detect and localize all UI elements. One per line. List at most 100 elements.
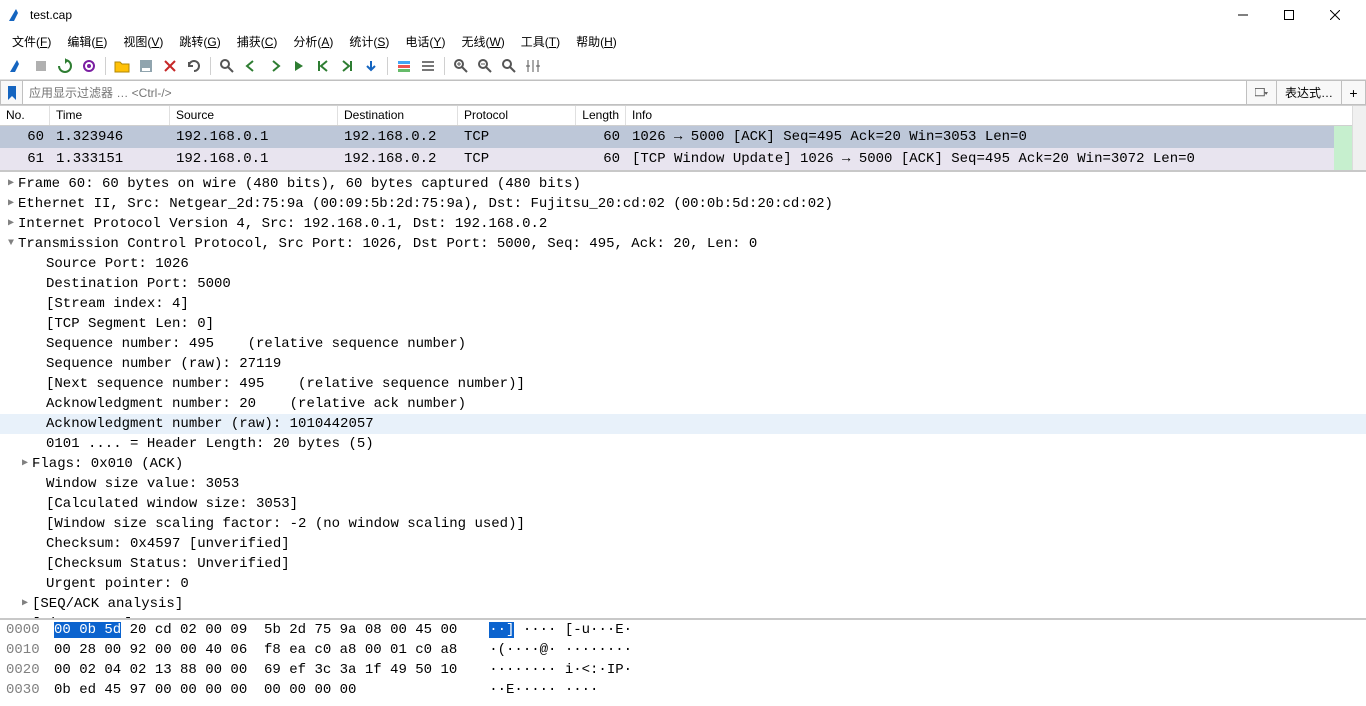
detail-row[interactable]: [TCP Segment Len: 0] (0, 314, 1366, 334)
byte-line[interactable]: 000000 0b 5d 20 cd 02 00 09 5b 2d 75 9a … (0, 620, 1366, 640)
detail-row[interactable]: ▶Ethernet II, Src: Netgear_2d:75:9a (00:… (0, 194, 1366, 214)
detail-text: [Stream index: 4] (46, 294, 189, 314)
detail-row[interactable]: Destination Port: 5000 (0, 274, 1366, 294)
detail-row[interactable]: Window size value: 3053 (0, 474, 1366, 494)
go-first-icon[interactable] (312, 55, 334, 77)
detail-text: [Window size scaling factor: -2 (no wind… (46, 514, 525, 534)
detail-row[interactable]: Acknowledgment number: 20 (relative ack … (0, 394, 1366, 414)
column-header-source[interactable]: Source (170, 106, 338, 125)
packet-row[interactable]: 601.323946192.168.0.1192.168.0.2TCP60102… (0, 126, 1366, 148)
column-header-destination[interactable]: Destination (338, 106, 458, 125)
detail-row[interactable]: ▶Frame 60: 60 bytes on wire (480 bits), … (0, 174, 1366, 194)
detail-row[interactable]: [Calculated window size: 3053] (0, 494, 1366, 514)
expression-button[interactable]: 表达式… (1277, 80, 1342, 105)
detail-row[interactable]: [Checksum Status: Unverified] (0, 554, 1366, 574)
detail-row[interactable]: ▶[SEQ/ACK analysis] (0, 594, 1366, 614)
collapse-icon[interactable]: ▼ (4, 234, 18, 254)
menu-item[interactable]: 统计(S) (341, 31, 397, 52)
detail-text: [Calculated window size: 3053] (46, 494, 298, 514)
menu-item[interactable]: 捕获(C) (229, 31, 286, 52)
stop-capture-icon[interactable] (30, 55, 52, 77)
close-button[interactable] (1312, 0, 1358, 30)
column-header-time[interactable]: Time (50, 106, 170, 125)
toolbar-separator (444, 57, 445, 75)
find-packet-icon[interactable] (216, 55, 238, 77)
menu-item[interactable]: 电话(Y) (397, 31, 453, 52)
colorize-icon[interactable] (393, 55, 415, 77)
zoom-reset-icon[interactable] (498, 55, 520, 77)
reload-icon[interactable] (183, 55, 205, 77)
detail-row[interactable]: ▼Transmission Control Protocol, Src Port… (0, 234, 1366, 254)
column-header-no[interactable]: No. (0, 106, 50, 125)
detail-row[interactable]: Urgent pointer: 0 (0, 574, 1366, 594)
detail-row[interactable]: [Next sequence number: 495 (relative seq… (0, 374, 1366, 394)
byte-offset: 0020 (6, 660, 54, 680)
menu-item[interactable]: 编辑(E) (59, 31, 115, 52)
menu-item[interactable]: 跳转(G) (171, 31, 228, 52)
expand-icon[interactable]: ▶ (4, 174, 18, 194)
go-back-icon[interactable] (240, 55, 262, 77)
filter-dropdown-icon[interactable] (1247, 80, 1277, 105)
packet-list-header: No. Time Source Destination Protocol Len… (0, 106, 1366, 126)
auto-scroll-live-icon[interactable] (417, 55, 439, 77)
detail-row[interactable]: ▶Flags: 0x010 (ACK) (0, 454, 1366, 474)
byte-line[interactable]: 00300b ed 45 97 00 00 00 00 00 00 00 00 … (0, 680, 1366, 700)
jump-to-icon[interactable] (288, 55, 310, 77)
add-filter-button[interactable]: + (1342, 80, 1366, 105)
byte-offset: 0010 (6, 640, 54, 660)
detail-row[interactable]: Sequence number: 495 (relative sequence … (0, 334, 1366, 354)
byte-hex: 00 0b 5d 20 cd 02 00 09 5b 2d 75 9a 08 0… (54, 620, 464, 640)
detail-text: Acknowledgment number (raw): 1010442057 (46, 414, 374, 434)
restart-capture-icon[interactable] (54, 55, 76, 77)
expand-icon[interactable]: ▶ (4, 214, 18, 234)
toolbar-separator (105, 57, 106, 75)
detail-row[interactable]: Sequence number (raw): 27119 (0, 354, 1366, 374)
resize-columns-icon[interactable] (522, 55, 544, 77)
byte-hex: 0b ed 45 97 00 00 00 00 00 00 00 00 (54, 680, 464, 700)
column-header-protocol[interactable]: Protocol (458, 106, 576, 125)
close-file-icon[interactable] (159, 55, 181, 77)
packet-bytes-pane[interactable]: 000000 0b 5d 20 cd 02 00 09 5b 2d 75 9a … (0, 620, 1366, 706)
display-filter-input[interactable] (22, 80, 1247, 105)
maximize-button[interactable] (1266, 0, 1312, 30)
detail-row[interactable]: Source Port: 1026 (0, 254, 1366, 274)
packet-row[interactable]: 611.333151192.168.0.1192.168.0.2TCP60[TC… (0, 148, 1366, 170)
minimize-button[interactable] (1220, 0, 1266, 30)
expand-icon[interactable]: ▶ (18, 594, 32, 614)
byte-ascii: ··] ···· [-u···E· (464, 620, 632, 640)
go-forward-icon[interactable] (264, 55, 286, 77)
column-header-info[interactable]: Info (626, 106, 1366, 125)
detail-row[interactable]: ▶Internet Protocol Version 4, Src: 192.1… (0, 214, 1366, 234)
expand-icon[interactable]: ▶ (18, 454, 32, 474)
detail-row[interactable]: [Stream index: 4] (0, 294, 1366, 314)
detail-text: Flags: 0x010 (ACK) (32, 454, 183, 474)
detail-row[interactable]: 0101 .... = Header Length: 20 bytes (5) (0, 434, 1366, 454)
go-last-icon[interactable] (336, 55, 358, 77)
shark-fin-icon[interactable] (6, 55, 28, 77)
menu-item[interactable]: 无线(W) (453, 31, 512, 52)
detail-row[interactable]: [Window size scaling factor: -2 (no wind… (0, 514, 1366, 534)
expand-icon[interactable]: ▶ (4, 194, 18, 214)
byte-line[interactable]: 001000 28 00 92 00 00 40 06 f8 ea c0 a8 … (0, 640, 1366, 660)
save-file-icon[interactable] (135, 55, 157, 77)
menu-item[interactable]: 帮助(H) (568, 31, 625, 52)
detail-row[interactable]: Acknowledgment number (raw): 1010442057 (0, 414, 1366, 434)
packet-details-pane[interactable]: ▶Frame 60: 60 bytes on wire (480 bits), … (0, 172, 1366, 620)
detail-text: Destination Port: 5000 (46, 274, 231, 294)
auto-scroll-icon[interactable] (360, 55, 382, 77)
scrollbar[interactable] (1352, 106, 1366, 170)
zoom-in-icon[interactable] (450, 55, 472, 77)
zoom-out-icon[interactable] (474, 55, 496, 77)
column-header-length[interactable]: Length (576, 106, 626, 125)
open-file-icon[interactable] (111, 55, 133, 77)
menu-item[interactable]: 视图(V) (115, 31, 171, 52)
menu-item[interactable]: 文件(F) (4, 31, 59, 52)
capture-options-icon[interactable] (78, 55, 100, 77)
menu-item[interactable]: 工具(T) (513, 31, 568, 52)
menu-item[interactable]: 分析(A) (285, 31, 341, 52)
detail-row[interactable]: Checksum: 0x4597 [unverified] (0, 534, 1366, 554)
toolbar-separator (387, 57, 388, 75)
bookmark-filter-icon[interactable] (0, 80, 22, 105)
byte-line[interactable]: 002000 02 04 02 13 88 00 00 69 ef 3c 3a … (0, 660, 1366, 680)
detail-text: Sequence number: 495 (relative sequence … (46, 334, 466, 354)
